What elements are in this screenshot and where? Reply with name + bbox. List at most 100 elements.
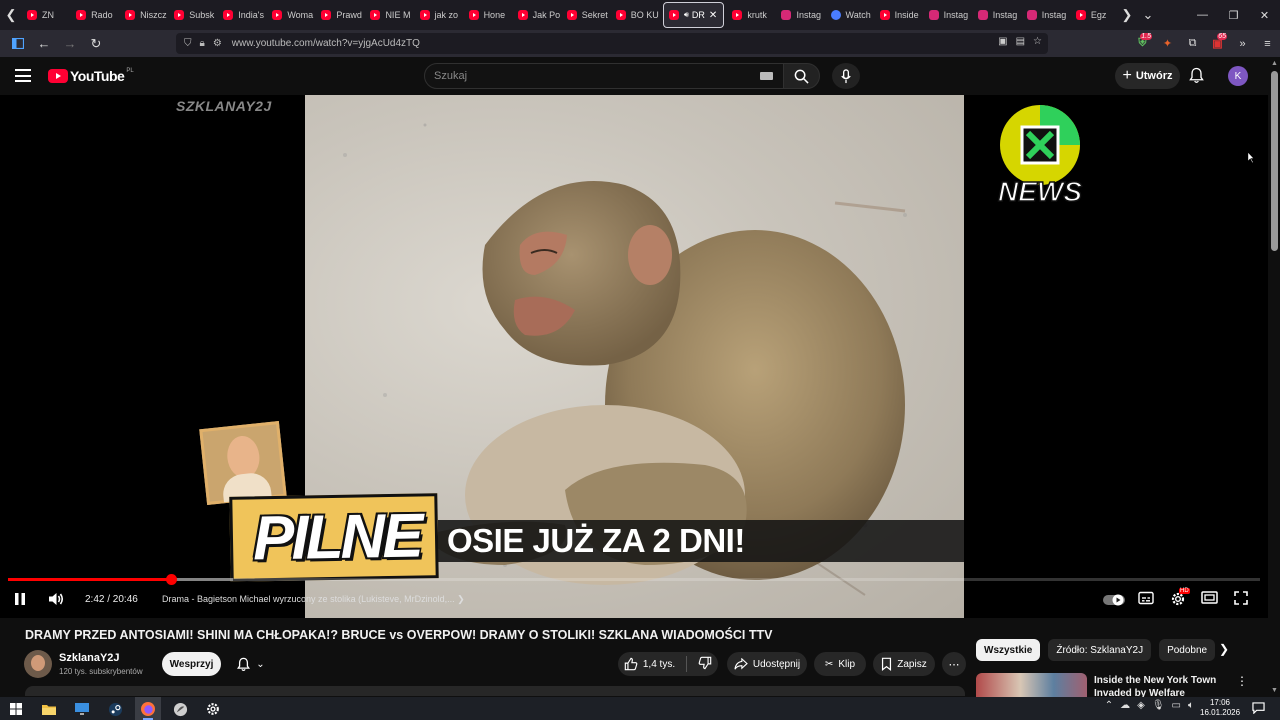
chip-0[interactable]: Wszystkie bbox=[976, 639, 1041, 661]
bookmark-star-icon[interactable]: ☆ bbox=[1033, 36, 1042, 47]
account-avatar[interactable]: K bbox=[1228, 66, 1248, 86]
reload-icon[interactable]: ↻ bbox=[84, 32, 108, 56]
browser-tab[interactable]: BO KU bbox=[611, 2, 660, 28]
search-button[interactable] bbox=[783, 63, 820, 89]
shield-extension-icon[interactable]: ⛨ 1.5 bbox=[1130, 33, 1155, 50]
chip-2[interactable]: Podobne bbox=[1159, 639, 1216, 661]
browser-tab[interactable]: Instag bbox=[776, 2, 825, 28]
browser-tab[interactable]: ZN bbox=[22, 2, 71, 28]
steam-icon[interactable] bbox=[106, 700, 124, 718]
windows-start-icon[interactable] bbox=[7, 700, 25, 718]
pause-button[interactable] bbox=[13, 591, 27, 607]
browser-tab[interactable]: Watch bbox=[826, 2, 875, 28]
browser-tab[interactable]: Rado bbox=[71, 2, 120, 28]
tray-mic-icon[interactable]: 🎙︎ bbox=[1152, 700, 1165, 711]
page-scrollbar[interactable]: ▲ ▼ bbox=[1268, 57, 1280, 697]
back-icon[interactable]: ← bbox=[32, 32, 56, 56]
address-bar[interactable]: ⛉ 🔒︎ ⚙ www.youtube.com/watch?v=yjgAcUd4z… bbox=[176, 33, 1048, 54]
tab-scroll-left-icon[interactable]: ❮ bbox=[0, 0, 22, 30]
permissions-icon[interactable]: ⚙ bbox=[213, 38, 222, 49]
progress-bar[interactable] bbox=[8, 574, 1260, 585]
app-menu-icon[interactable]: ≡ bbox=[1255, 38, 1280, 50]
share-button[interactable]: Udostępnij bbox=[727, 652, 807, 676]
scrubber-handle[interactable] bbox=[165, 574, 177, 585]
autoplay-toggle[interactable] bbox=[1103, 594, 1125, 606]
channel-name[interactable]: SzklanaY2J bbox=[59, 652, 120, 664]
tray-cloud-icon[interactable]: ☁ bbox=[1120, 700, 1130, 711]
theater-mode-button[interactable] bbox=[1201, 591, 1218, 604]
settings-button[interactable]: HD bbox=[1170, 588, 1190, 607]
reader-view-icon[interactable]: ▤ bbox=[1016, 36, 1025, 47]
firefox-icon[interactable] bbox=[139, 700, 157, 718]
browser-tab[interactable]: Inside bbox=[875, 2, 924, 28]
browser-tab[interactable]: Jak Po bbox=[513, 2, 562, 28]
browser-tab[interactable]: India's bbox=[218, 2, 267, 28]
sidebar-toggle-icon[interactable] bbox=[6, 32, 30, 56]
overflow-chevrons-icon[interactable]: » bbox=[1230, 38, 1255, 50]
scrollbar-thumb[interactable] bbox=[1271, 71, 1278, 251]
chip-1[interactable]: Źródło: SzklanaY2J bbox=[1048, 639, 1152, 661]
browser-tab[interactable]: Egz bbox=[1071, 2, 1120, 28]
settings-app-icon[interactable] bbox=[204, 700, 222, 718]
minimize-icon[interactable]: — bbox=[1187, 0, 1218, 30]
browser-tab[interactable]: krutk bbox=[727, 2, 776, 28]
lock-icon[interactable]: 🔒︎ bbox=[200, 38, 205, 49]
recommended-thumbnail[interactable] bbox=[976, 673, 1087, 697]
close-window-icon[interactable]: ✕ bbox=[1249, 0, 1280, 30]
save-button[interactable]: Zapisz bbox=[873, 652, 935, 676]
speaker-icon[interactable]: 🔊︎ bbox=[684, 10, 689, 20]
dislike-button[interactable] bbox=[698, 656, 712, 673]
tray-network-icon[interactable]: ▭ bbox=[1172, 700, 1181, 711]
volume-button[interactable] bbox=[47, 591, 65, 607]
restore-icon[interactable]: ❐ bbox=[1218, 0, 1249, 30]
browser-tab[interactable]: Instag bbox=[924, 2, 973, 28]
browser-tab[interactable]: Niszcz bbox=[120, 2, 169, 28]
video-player[interactable]: SZKLANAY2J NEWS PILNE OSIE JUŻ ZA 2 DNI!… bbox=[0, 95, 1268, 618]
url-text[interactable]: www.youtube.com/watch?v=yjgAcUd4zTQ bbox=[232, 38, 420, 49]
channel-avatar[interactable] bbox=[24, 650, 52, 678]
keyboard-icon[interactable] bbox=[760, 72, 773, 80]
browser-tab[interactable]: NIE M bbox=[365, 2, 414, 28]
recommended-menu-icon[interactable]: ⋮ bbox=[1236, 674, 1248, 688]
browser-tab[interactable]: Hone bbox=[464, 2, 513, 28]
browser-tab-active[interactable]: 🔊︎ DR ✕ bbox=[662, 2, 725, 28]
tray-overflow-icon[interactable]: ⌃ bbox=[1105, 700, 1113, 711]
red-extension-icon[interactable]: ▣ 65 bbox=[1205, 33, 1230, 50]
fox-extension-icon[interactable]: ✦ bbox=[1155, 37, 1180, 50]
guide-menu-icon[interactable] bbox=[15, 69, 31, 82]
subtitles-button[interactable] bbox=[1138, 591, 1154, 605]
browser-tab[interactable]: Sekret bbox=[562, 2, 611, 28]
browser-tab[interactable]: Instag bbox=[973, 2, 1022, 28]
browser-tab[interactable]: Instag bbox=[1022, 2, 1071, 28]
picture-in-picture-icon[interactable]: ▣ bbox=[998, 36, 1007, 47]
browser-tab[interactable]: Subsk bbox=[169, 2, 218, 28]
tab-scroll-right-icon[interactable]: ❯ bbox=[1116, 0, 1138, 30]
tab-close-icon[interactable]: ✕ bbox=[709, 10, 717, 21]
youtube-logo[interactable]: YouTube PL bbox=[48, 68, 134, 84]
puzzle-extensions-icon[interactable]: ⧉ bbox=[1180, 37, 1205, 50]
recommended-title[interactable]: Inside the New York Town Invaded by Welf… bbox=[1094, 674, 1224, 697]
browser-tab[interactable]: jak zo bbox=[415, 2, 464, 28]
description-box[interactable] bbox=[25, 686, 965, 696]
browser-tab[interactable]: Prawd bbox=[316, 2, 365, 28]
app-bird-icon[interactable] bbox=[171, 700, 189, 718]
browser-tab[interactable]: Woma bbox=[267, 2, 316, 28]
monitor-app-icon[interactable] bbox=[73, 700, 91, 718]
tab-list-dropdown-icon[interactable]: ⌄ bbox=[1137, 0, 1159, 30]
notification-center-icon[interactable] bbox=[1252, 701, 1265, 719]
notifications-bell-icon[interactable] bbox=[1189, 67, 1204, 89]
support-button[interactable]: Wesprzyj bbox=[162, 652, 221, 676]
chapter-title[interactable]: Drama - Bagietson Michael wyrzucony ze s… bbox=[162, 594, 465, 605]
chips-next-icon[interactable]: ❯ bbox=[1219, 642, 1229, 656]
scroll-down-icon[interactable]: ▼ bbox=[1271, 687, 1278, 694]
create-button[interactable]: + Utwórz bbox=[1115, 63, 1180, 89]
tracking-shield-icon[interactable]: ⛉ bbox=[184, 38, 192, 49]
tray-app-icon[interactable]: ◈ bbox=[1137, 700, 1145, 711]
like-button[interactable]: 1,4 tys. bbox=[624, 657, 675, 671]
tray-volume-icon[interactable]: 🔈︎ bbox=[1188, 700, 1194, 711]
taskbar-clock[interactable]: 17:06 16.01.2026 bbox=[1200, 698, 1240, 718]
voice-search-button[interactable] bbox=[832, 63, 860, 89]
subscription-bell-button[interactable]: ⌄ bbox=[228, 652, 274, 676]
fullscreen-button[interactable] bbox=[1234, 591, 1248, 605]
clip-button[interactable]: ✂ Klip bbox=[814, 652, 866, 676]
